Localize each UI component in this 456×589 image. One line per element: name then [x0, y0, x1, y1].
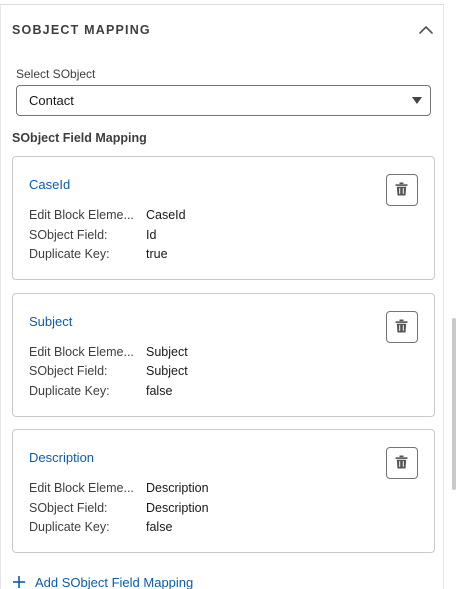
- mapping-card-title[interactable]: CaseId: [29, 177, 70, 192]
- field-label: Duplicate Key:: [29, 520, 110, 534]
- mapping-card-title[interactable]: Subject: [29, 314, 72, 329]
- field-value: false: [146, 520, 173, 534]
- sobject-mapping-panel: SOBJECT MAPPING Select SObject Contact S…: [0, 0, 456, 589]
- field-value: Description: [146, 501, 209, 515]
- add-field-mapping-label: Add SObject Field Mapping: [35, 575, 194, 589]
- sobject-select[interactable]: Contact: [16, 85, 431, 116]
- select-sobject-label: Select SObject: [16, 67, 96, 81]
- panel-right-border: [443, 4, 444, 589]
- section-title: SOBJECT MAPPING: [12, 23, 151, 37]
- delete-mapping-button[interactable]: [386, 447, 418, 479]
- field-label: SObject Field:: [29, 228, 108, 242]
- trash-icon: [395, 182, 408, 196]
- field-label: Edit Block Eleme...: [29, 208, 134, 222]
- chevron-up-icon: [419, 26, 433, 34]
- mapping-card: Description Edit Block Eleme... Descript…: [12, 429, 435, 553]
- field-value: Subject: [146, 345, 188, 359]
- field-label: SObject Field:: [29, 501, 108, 515]
- field-value: Description: [146, 481, 209, 495]
- trash-icon: [395, 319, 408, 333]
- field-value: CaseId: [146, 208, 186, 222]
- collapse-button[interactable]: [416, 20, 436, 40]
- panel-top-divider: [0, 4, 444, 5]
- scrollbar-thumb[interactable]: [452, 318, 456, 490]
- field-value: Id: [146, 228, 157, 242]
- field-label: SObject Field:: [29, 364, 108, 378]
- panel-left-border: [0, 4, 1, 589]
- field-label: Duplicate Key:: [29, 247, 110, 261]
- field-value: false: [146, 384, 173, 398]
- field-label: Duplicate Key:: [29, 384, 110, 398]
- field-label: Edit Block Eleme...: [29, 481, 134, 495]
- delete-mapping-button[interactable]: [386, 311, 418, 343]
- field-mapping-heading: SObject Field Mapping: [12, 131, 147, 145]
- field-value: Subject: [146, 364, 188, 378]
- dropdown-arrow-icon: [412, 97, 422, 104]
- delete-mapping-button[interactable]: [386, 174, 418, 206]
- section-header[interactable]: SOBJECT MAPPING: [12, 20, 436, 42]
- field-value: true: [146, 247, 168, 261]
- mapping-card: CaseId Edit Block Eleme... CaseId SObjec…: [12, 156, 435, 280]
- trash-icon: [395, 455, 408, 469]
- sobject-select-value: Contact: [29, 93, 74, 108]
- field-label: Edit Block Eleme...: [29, 345, 134, 359]
- plus-icon: [13, 576, 25, 588]
- scrollbar-track[interactable]: [448, 0, 456, 589]
- mapping-card-title[interactable]: Description: [29, 450, 94, 465]
- mapping-card: Subject Edit Block Eleme... Subject SObj…: [12, 293, 435, 417]
